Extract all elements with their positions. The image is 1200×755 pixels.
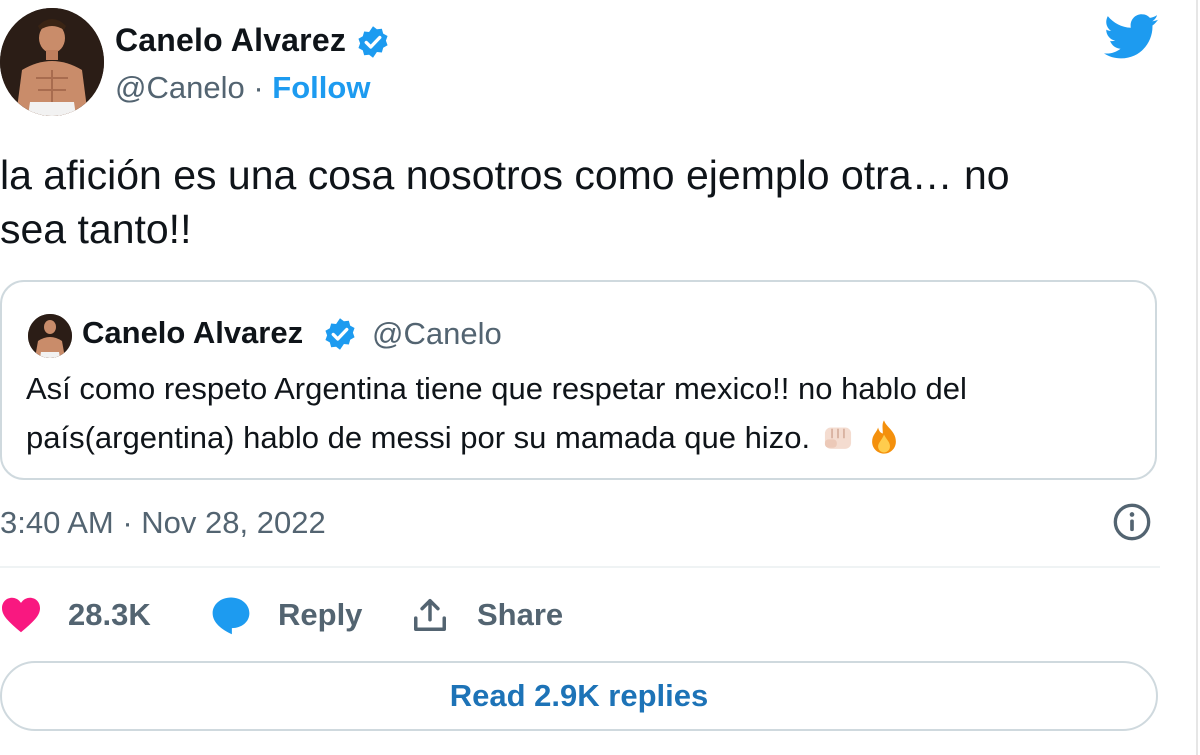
tweet-text-line: sea tanto!! bbox=[0, 206, 192, 252]
handle-separator: · bbox=[253, 70, 264, 105]
reply-label: Reply bbox=[278, 597, 363, 632]
tweet-timestamp[interactable]: 3:40 AM · Nov 28, 2022 bbox=[0, 505, 326, 541]
follow-button[interactable]: Follow bbox=[272, 70, 370, 105]
quoted-tweet-text: Así como respeto Argentina tiene que res… bbox=[26, 364, 1136, 462]
quoted-verified-badge-icon bbox=[325, 318, 355, 350]
tweet-text: la afición es una cosa nosotros como eje… bbox=[0, 148, 1150, 256]
right-edge-rule bbox=[1196, 0, 1198, 755]
author-avatar[interactable] bbox=[0, 8, 104, 116]
oncoming-fist-emoji-icon bbox=[824, 427, 851, 449]
quoted-author-handle: @Canelo bbox=[372, 316, 502, 351]
tweet-text-line: la afición es una cosa nosotros como eje… bbox=[0, 152, 1010, 198]
twitter-bird-icon[interactable] bbox=[1104, 14, 1160, 60]
quoted-author-name: Canelo Alvarez bbox=[82, 315, 304, 350]
quoted-text-line: país(argentina) hablo de messi por su ma… bbox=[26, 413, 1136, 462]
like-button[interactable]: 28.3K bbox=[0, 592, 151, 638]
quoted-tweet-card[interactable]: Canelo Alvarez @Canelo Así como respeto … bbox=[0, 280, 1157, 480]
verified-badge-icon bbox=[358, 26, 388, 58]
quoted-text-line: Así como respeto Argentina tiene que res… bbox=[26, 371, 967, 406]
author-handle[interactable]: @Canelo bbox=[115, 70, 245, 105]
info-icon[interactable] bbox=[1112, 502, 1152, 542]
author-handle-row: @Canelo · Follow bbox=[115, 70, 370, 106]
fire-emoji-icon bbox=[872, 420, 897, 454]
read-replies-button[interactable]: Read 2.9K replies bbox=[0, 661, 1158, 731]
heart-icon bbox=[2, 597, 40, 633]
author-name[interactable]: Canelo Alvarez bbox=[115, 22, 346, 59]
share-label: Share bbox=[477, 597, 564, 632]
quoted-author-avatar bbox=[28, 314, 72, 358]
share-button[interactable]: Share bbox=[411, 592, 563, 638]
divider bbox=[0, 566, 1160, 568]
share-upload-icon bbox=[414, 599, 446, 631]
quoted-text-line-2: país(argentina) hablo de messi por su ma… bbox=[26, 420, 811, 455]
reply-bubble-icon bbox=[212, 597, 250, 635]
like-count: 28.3K bbox=[68, 597, 151, 632]
reply-button[interactable]: Reply bbox=[210, 592, 362, 638]
